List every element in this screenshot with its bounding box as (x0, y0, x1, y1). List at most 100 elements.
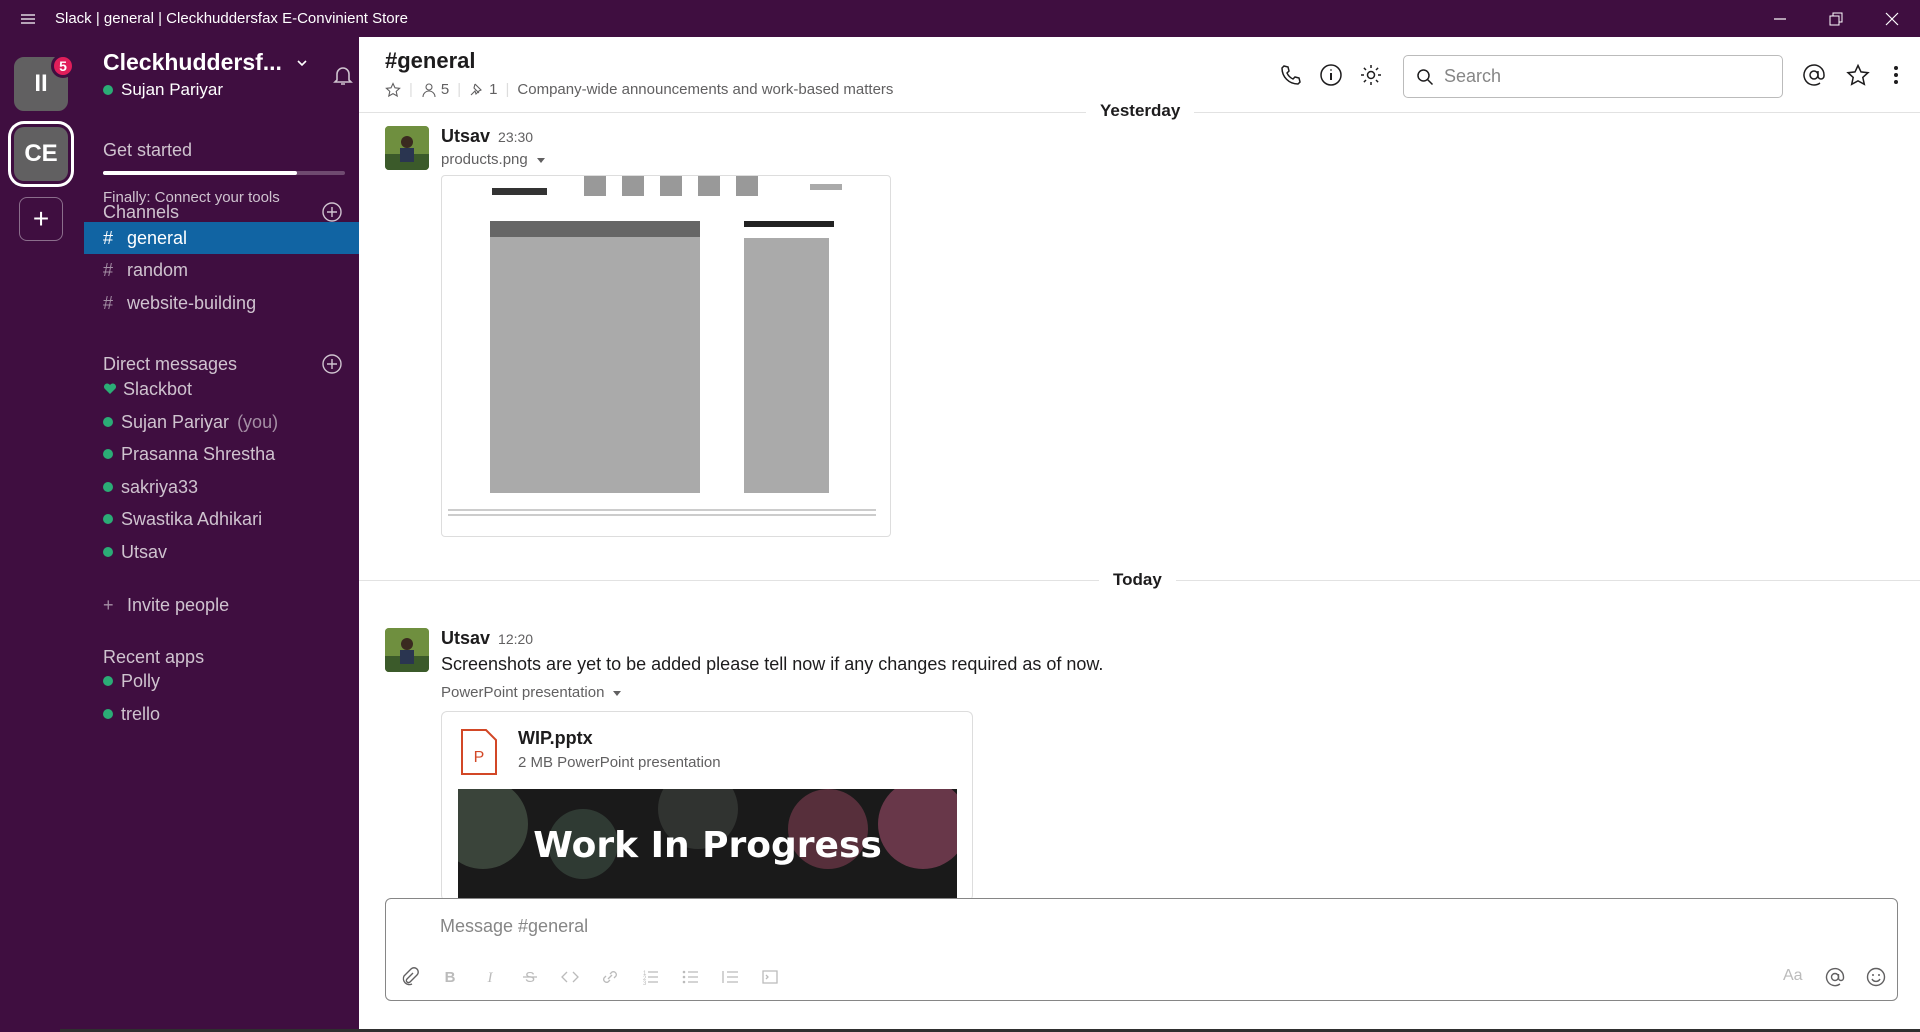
search-box[interactable] (1403, 55, 1783, 98)
channel-meta: | 5 | 1 | Company-wide announcements and… (385, 81, 893, 98)
channels-heading[interactable]: Channels (103, 201, 343, 223)
preview-title: Work In Progress (533, 825, 882, 866)
star-icon[interactable] (385, 81, 401, 98)
italic-icon[interactable]: I (480, 967, 500, 987)
add-channel-icon[interactable] (321, 201, 343, 223)
svg-text:B: B (445, 969, 456, 986)
sidebar-item-polly[interactable]: Polly (84, 665, 359, 697)
message-time[interactable]: 12:20 (498, 631, 533, 647)
current-user[interactable]: Sujan Pariyar (103, 80, 343, 100)
attachment-icon[interactable] (400, 967, 420, 987)
online-status-icon (103, 676, 113, 686)
formatting-toggle[interactable]: Aa (1783, 967, 1809, 987)
bold-icon[interactable]: B (440, 967, 460, 987)
sidebar-item-swastika-adhikari[interactable]: Swastika Adhikari (84, 503, 359, 535)
invite-people-button[interactable]: + Invite people (84, 589, 359, 621)
file-attachment[interactable]: P WIP.pptx 2 MB PowerPoint presentation … (441, 711, 973, 901)
search-input[interactable] (1444, 66, 1764, 87)
channel-name: general (127, 227, 188, 248)
day-divider-yesterday: Yesterday (1086, 101, 1195, 121)
more-options-icon[interactable] (1884, 63, 1908, 87)
caret-down-icon (613, 690, 622, 696)
avatar[interactable] (385, 628, 429, 672)
message-composer[interactable]: B I S 123 Aa (385, 898, 1898, 1001)
pin-icon[interactable] (469, 82, 485, 98)
svg-text:3: 3 (643, 981, 647, 987)
online-status-icon (103, 85, 113, 95)
sidebar-item-utsav[interactable]: Utsav (84, 536, 359, 568)
plus-icon: + (32, 203, 50, 234)
phone-icon[interactable] (1279, 63, 1303, 87)
restore-button[interactable] (1808, 0, 1864, 37)
message: Utsav 12:20 Screenshots are yet to be add… (385, 628, 1485, 901)
chevron-down-icon (297, 59, 307, 66)
team-name[interactable]: Cleckhuddersf... (103, 49, 343, 76)
file-preview[interactable]: Work In Progress (458, 789, 957, 901)
link-icon[interactable] (600, 967, 620, 987)
workspace-switcher-ce[interactable]: CE (14, 127, 68, 181)
sidebar-item-general[interactable]: # general (84, 222, 359, 254)
starred-items-icon[interactable] (1846, 63, 1870, 87)
app-name: trello (121, 703, 161, 724)
pin-count[interactable]: 1 (489, 81, 497, 98)
ordered-list-icon[interactable]: 123 (640, 967, 660, 987)
message-time[interactable]: 23:30 (498, 129, 533, 145)
sidebar-item-slackbot[interactable]: Slackbot (84, 373, 359, 405)
mentions-icon[interactable] (1802, 63, 1826, 87)
message-input[interactable] (440, 913, 1840, 939)
online-status-icon (103, 417, 113, 427)
code-icon[interactable] (560, 967, 580, 987)
sidebar-item-website-building[interactable]: # website-building (84, 287, 359, 319)
workspace-rail: II 5 CE + (0, 37, 84, 1032)
workspace-switcher-one[interactable]: II 5 (14, 54, 75, 111)
dm-heading[interactable]: Direct messages (103, 353, 343, 375)
file-name[interactable]: WIP.pptx (518, 728, 593, 749)
blockquote-icon[interactable] (720, 967, 740, 987)
file-label[interactable]: products.png (441, 151, 546, 168)
file-label-text: PowerPoint presentation (441, 684, 605, 701)
channel-topic[interactable]: Company-wide announcements and work-base… (517, 81, 893, 98)
code-block-icon[interactable] (760, 967, 780, 987)
file-label[interactable]: PowerPoint presentation (441, 684, 622, 701)
image-attachment[interactable] (441, 175, 891, 537)
dm-heading-label: Direct messages (103, 353, 238, 374)
message-author[interactable]: Utsav 12:20 (441, 628, 533, 649)
avatar[interactable] (385, 126, 429, 170)
sidebar-item-prasanna-shrestha[interactable]: Prasanna Shrestha (84, 438, 359, 470)
minimize-button[interactable] (1752, 0, 1808, 37)
separator: | (505, 81, 510, 98)
message: Utsav 23:30 products.png (385, 126, 1285, 546)
dm-name: Prasanna Shrestha (121, 443, 276, 464)
heart-icon (103, 383, 117, 394)
current-user-name: Sujan Pariyar (121, 80, 224, 99)
info-icon[interactable] (1319, 63, 1343, 87)
file-description: 2 MB PowerPoint presentation (518, 754, 721, 771)
sidebar-item-sakriya33[interactable]: sakriya33 (84, 471, 359, 503)
dm-name: sakriya33 (121, 476, 199, 497)
hamburger-menu-icon[interactable] (0, 0, 55, 37)
mention-icon[interactable] (1825, 967, 1845, 987)
gear-icon[interactable] (1359, 63, 1383, 87)
title-bar: Slack | general | Cleckhuddersfax E-Conv… (0, 0, 1920, 37)
notification-badge: 5 (51, 54, 75, 78)
channel-title[interactable]: #general (385, 48, 476, 74)
member-icon[interactable] (421, 82, 437, 98)
invite-people-label: Invite people (127, 594, 230, 615)
sidebar-item-trello[interactable]: trello (84, 698, 359, 730)
team-header[interactable]: Cleckhuddersf... Sujan Pariyar (103, 49, 353, 100)
emoji-icon[interactable] (1866, 967, 1886, 987)
bell-icon[interactable] (331, 63, 355, 87)
member-count[interactable]: 5 (441, 81, 449, 98)
strikethrough-icon[interactable]: S (520, 967, 540, 987)
add-dm-icon[interactable] (321, 353, 343, 375)
close-button[interactable] (1864, 0, 1920, 37)
add-workspace-button[interactable]: + (19, 197, 63, 241)
get-started-section[interactable]: Get started Finally: Connect your tools (103, 140, 345, 206)
channel-name: website-building (127, 292, 257, 313)
sidebar-item-random[interactable]: # random (84, 254, 359, 286)
bulleted-list-icon[interactable] (680, 967, 700, 987)
separator: | (457, 81, 462, 98)
author-name: Utsav (441, 126, 491, 146)
sidebar-item-sujan-pariyar[interactable]: Sujan Pariyar (you) (84, 406, 359, 438)
message-author[interactable]: Utsav 23:30 (441, 126, 533, 147)
